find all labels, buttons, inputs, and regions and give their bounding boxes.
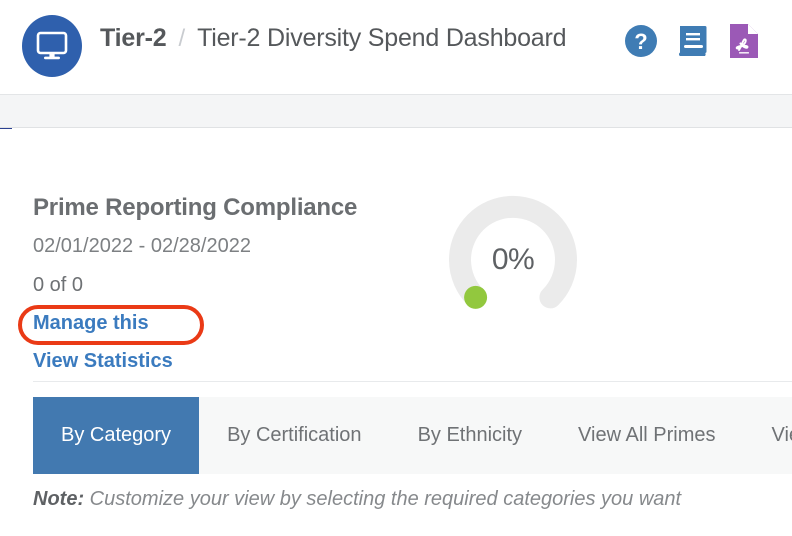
tab-by-certification[interactable]: By Certification: [199, 397, 390, 474]
toolbar-strip: [0, 94, 792, 128]
view-statistics-link[interactable]: View Statistics: [33, 350, 173, 373]
breadcrumb-current: Tier-2 Diversity Spend Dashboard: [197, 24, 567, 52]
gauge-progress-marker: [464, 285, 488, 309]
brand-logo[interactable]: [22, 15, 82, 77]
dashboard-page: Tier-2 / Tier-2 Diversity Spend Dashboar…: [0, 0, 792, 536]
help-icon[interactable]: ?: [624, 24, 658, 63]
tab-view-all-primes[interactable]: View All Primes: [550, 397, 743, 474]
compliance-card: Prime Reporting Compliance 02/01/2022 - …: [0, 129, 792, 536]
manage-this-link[interactable]: Manage this: [33, 312, 149, 335]
header-icon-group: ? _: [624, 23, 760, 64]
page-header: Tier-2 / Tier-2 Diversity Spend Dashboar…: [0, 0, 792, 94]
compliance-gauge: 0%: [437, 184, 589, 336]
tab-by-ethnicity[interactable]: By Ethnicity: [390, 397, 550, 474]
section-divider: [33, 381, 792, 382]
note-label: Note:: [33, 488, 85, 510]
svg-text:?: ?: [634, 29, 647, 54]
breadcrumb: Tier-2 / Tier-2 Diversity Spend Dashboar…: [100, 24, 567, 53]
breadcrumb-separator: /: [178, 25, 186, 52]
note-text: Note: Customize your view by selecting t…: [33, 488, 681, 511]
date-range-label: 02/01/2022 - 02/28/2022: [33, 235, 251, 257]
note-body: Customize your view by selecting the req…: [89, 488, 682, 510]
breadcrumb-root[interactable]: Tier-2: [100, 24, 167, 53]
compliance-count: 0 of 0: [33, 274, 84, 296]
pdf-export-icon[interactable]: _: [728, 23, 760, 64]
view-tabs: By Category By Certification By Ethnicit…: [33, 397, 792, 474]
tab-view-your-primes[interactable]: View Y: [744, 397, 792, 474]
page-title: Prime Reporting Compliance: [33, 194, 358, 221]
monitor-icon: [36, 31, 68, 61]
manual-book-icon[interactable]: [677, 24, 709, 63]
tab-by-category[interactable]: By Category: [33, 397, 200, 474]
